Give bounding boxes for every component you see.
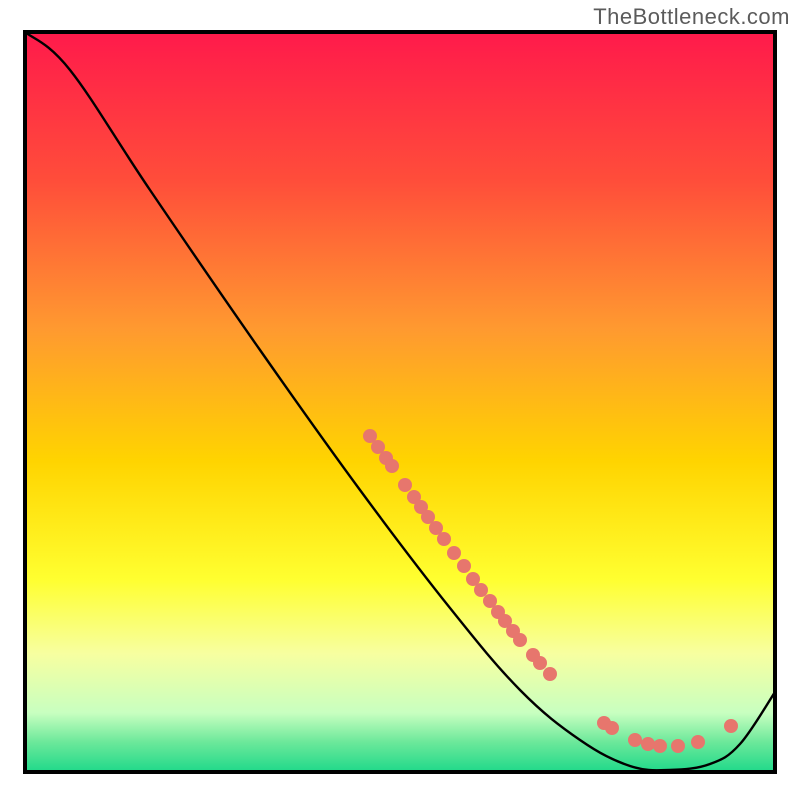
curve-marker	[543, 667, 557, 681]
curve-marker	[474, 583, 488, 597]
chart-stage: TheBottleneck.com	[0, 0, 800, 800]
curve-marker	[385, 459, 399, 473]
curve-marker	[724, 719, 738, 733]
curve-marker	[533, 656, 547, 670]
curve-marker	[653, 739, 667, 753]
curve-marker	[437, 532, 451, 546]
curve-marker	[447, 546, 461, 560]
chart-svg	[0, 0, 800, 800]
curve-marker	[671, 739, 685, 753]
curve-marker	[457, 559, 471, 573]
gradient-background	[25, 32, 775, 772]
curve-marker	[605, 721, 619, 735]
curve-marker	[691, 735, 705, 749]
curve-marker	[513, 633, 527, 647]
curve-marker	[628, 733, 642, 747]
curve-marker	[641, 737, 655, 751]
curve-marker	[398, 478, 412, 492]
watermark-text: TheBottleneck.com	[593, 4, 790, 30]
